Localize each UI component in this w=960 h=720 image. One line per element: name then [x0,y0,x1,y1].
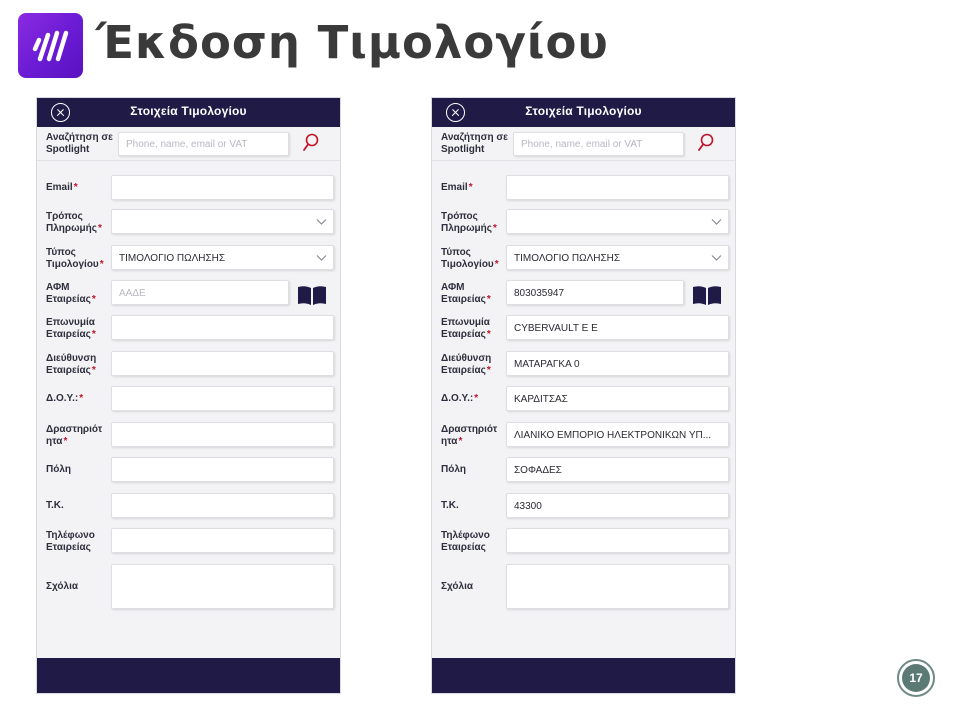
postal-code-label: Τ.Κ. [441,500,459,511]
company-name-field[interactable]: CYBERVAULT Ε Ε [506,315,729,340]
postal-code-field[interactable]: 43300 [506,493,729,518]
company-phone-label: Τηλέφωνο Εταιρείας [46,530,95,553]
vat-label: ΑΦΜ Εταιρείας* [46,282,96,305]
comments-field[interactable] [111,564,334,609]
email-label: Email* [441,182,473,193]
payment-method-select[interactable] [111,209,334,234]
brand-logo-icon [18,13,83,78]
email-field[interactable] [111,175,334,200]
comments-label: Σχόλια [441,581,473,592]
address-field[interactable] [111,351,334,376]
chevron-down-icon [711,255,722,261]
payment-method-select[interactable] [506,209,729,234]
city-field[interactable]: ΣΟΦΑΔΕΣ [506,457,729,482]
postal-code-label: Τ.Κ. [46,500,64,511]
city-field[interactable] [111,457,334,482]
company-phone-field[interactable] [506,528,729,553]
vat-label: ΑΦΜ Εταιρείας* [441,282,491,305]
activity-field[interactable]: ΛΙΑΝΙΚΟ ΕΜΠΟΡΙΟ ΗΛΕΚΤΡΟΝΙΚΩΝ ΥΠ... [506,422,729,447]
open-book-icon[interactable] [297,285,327,305]
activity-label: Δραστηριότ ητα* [441,424,498,447]
city-label: Πόλη [441,464,466,475]
tax-office-label: Δ.Ο.Υ.:* [441,393,479,404]
invoice-form-screen-empty: Στοιχεία Τιμολογίου Αναζήτηση σε Spotlig… [36,97,341,694]
chevron-down-icon [711,219,722,225]
chevron-down-icon [316,255,327,261]
spotlight-search-row: Αναζήτηση σε Spotlight Phone, name, emai… [37,127,340,161]
company-name-field[interactable] [111,315,334,340]
vat-input[interactable]: ΑΑΔΕ [111,280,289,305]
address-label: Διεύθυνση Εταιρείας* [46,353,97,376]
invoice-type-label: Τύπος Τιμολογίου* [46,247,104,270]
spotlight-search-row: Αναζήτηση σε Spotlight Phone, name, emai… [432,127,735,161]
comments-label: Σχόλια [46,581,78,592]
comments-field[interactable] [506,564,729,609]
invoice-form-screen-filled: Στοιχεία Τιμολογίου Αναζήτηση σε Spotlig… [431,97,736,694]
chevron-down-icon [316,219,327,225]
magnifier-icon[interactable] [697,133,715,153]
screen-title: Στοιχεία Τιμολογίου [525,104,642,118]
tax-office-field[interactable]: ΚΑΡΔΙΤΣΑΣ [506,386,729,411]
invoice-type-select[interactable]: ΤΙΜΟΛΟΓΙΟ ΠΩΛΗΣΗΣ [111,245,334,270]
postal-code-field[interactable] [111,493,334,518]
activity-field[interactable] [111,422,334,447]
email-label: Email* [46,182,78,193]
email-field[interactable] [506,175,729,200]
screen-header: Στοιχεία Τιμολογίου [37,98,340,127]
screen-footer-bar [37,658,340,693]
address-label: Διεύθυνση Εταιρείας* [441,353,492,376]
vat-input[interactable]: 803035947 [506,280,684,305]
magnifier-icon[interactable] [302,133,320,153]
activity-label: Δραστηριότ ητα* [46,424,103,447]
tax-office-label: Δ.Ο.Υ.:* [46,393,84,404]
company-phone-label: Τηλέφωνο Εταιρείας [441,530,490,553]
address-field[interactable]: ΜΑΤΑΡΑΓΚΑ 0 [506,351,729,376]
slide-title: Έκδοση Τιμολογίου [96,16,609,69]
invoice-type-select[interactable]: ΤΙΜΟΛΟΓΙΟ ΠΩΛΗΣΗΣ [506,245,729,270]
open-book-icon[interactable] [692,285,722,305]
invoice-type-label: Τύπος Τιμολογίου* [441,247,499,270]
page-number-badge: 17 [897,659,935,697]
spotlight-search-label: Αναζήτηση σε Spotlight [441,132,508,155]
payment-method-label: Τρόπος Πληρωμής* [46,211,102,234]
tax-office-field[interactable] [111,386,334,411]
company-phone-field[interactable] [111,528,334,553]
spotlight-search-input[interactable]: Phone, name, email or VAT [513,132,684,156]
page-number: 17 [902,664,930,692]
screen-footer-bar [432,658,735,693]
city-label: Πόλη [46,464,71,475]
screen-header: Στοιχεία Τιμολογίου [432,98,735,127]
screen-title: Στοιχεία Τιμολογίου [130,104,247,118]
company-name-label: Επωνυμία Εταιρείας* [46,317,96,340]
spotlight-search-label: Αναζήτηση σε Spotlight [46,132,113,155]
payment-method-label: Τρόπος Πληρωμής* [441,211,497,234]
spotlight-search-input[interactable]: Phone, name, email or VAT [118,132,289,156]
company-name-label: Επωνυμία Εταιρείας* [441,317,491,340]
